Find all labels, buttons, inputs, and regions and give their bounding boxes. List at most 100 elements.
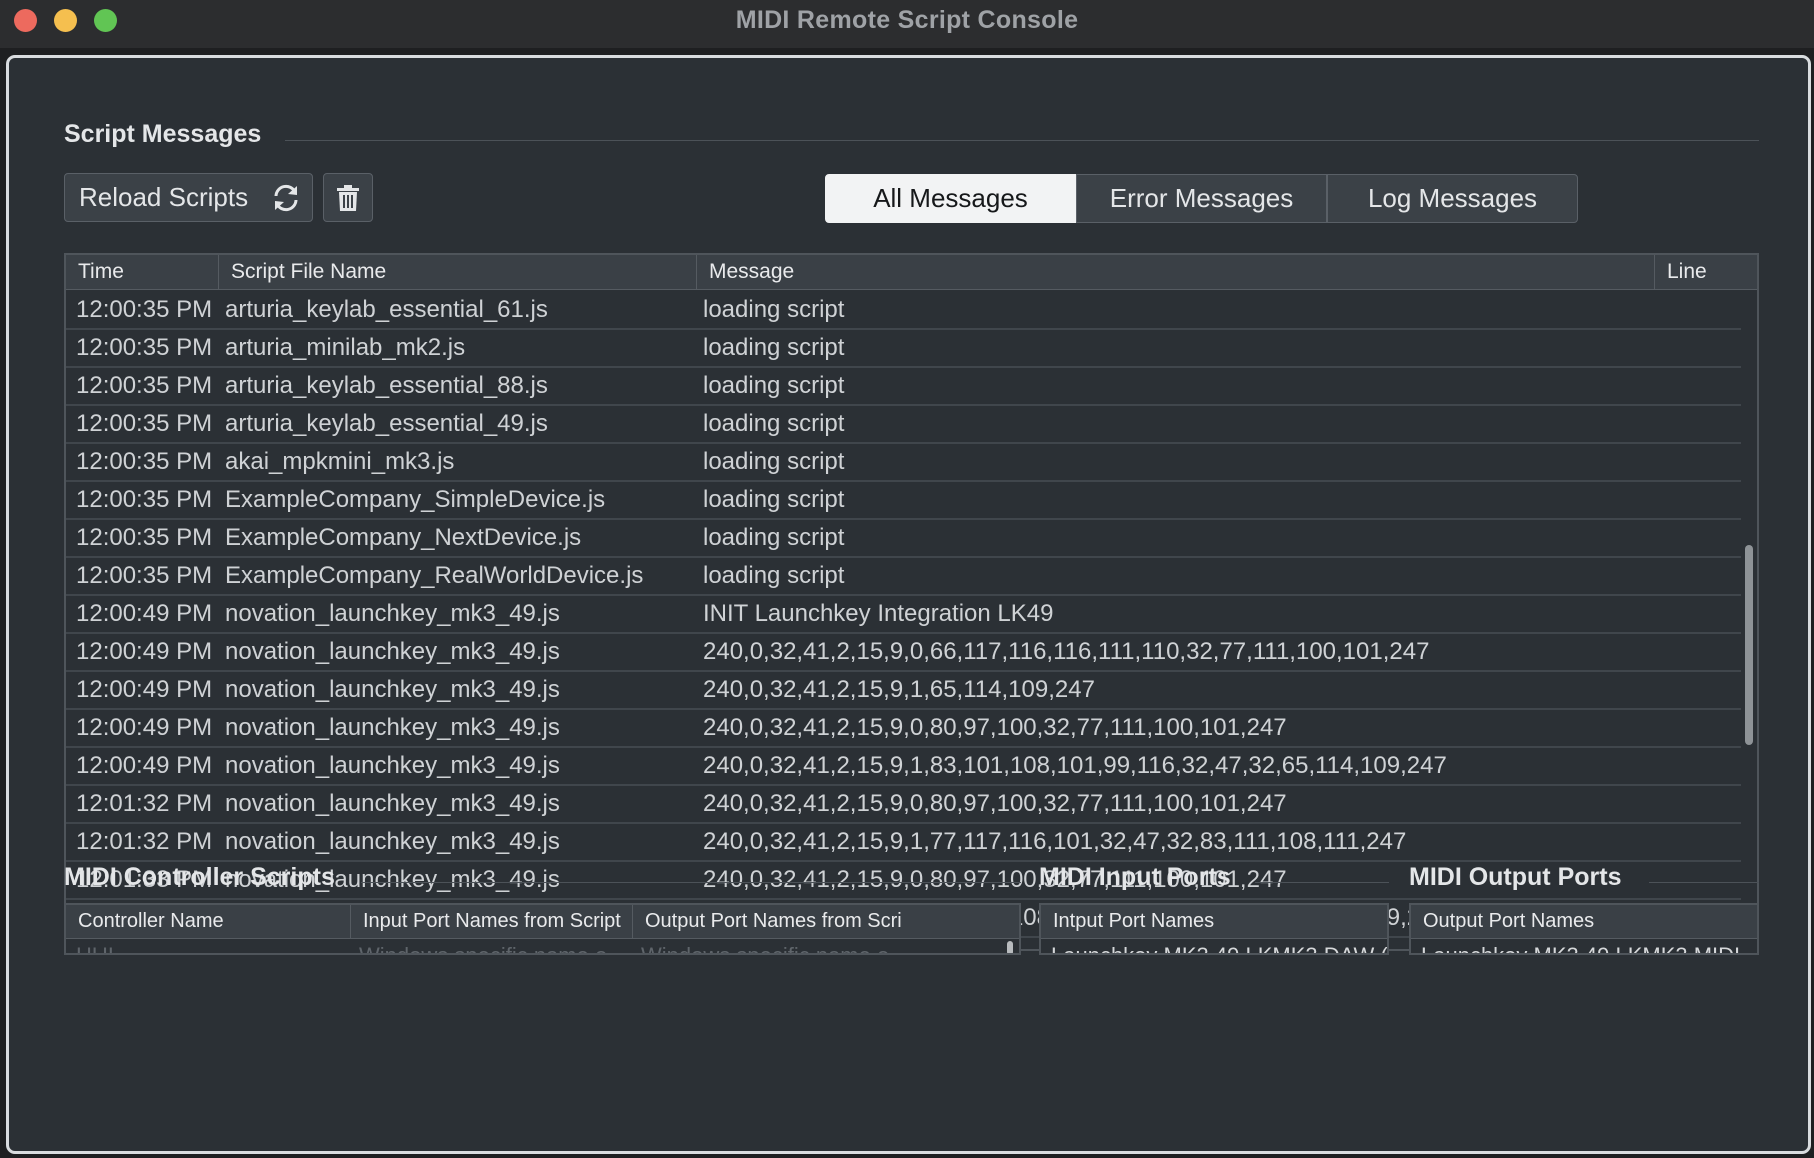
table-row[interactable]: 12:00:35 PM arturia_minilab_mk2.js loading… bbox=[66, 330, 1741, 368]
section-divider bbox=[1649, 882, 1759, 883]
table-row[interactable]: 12:00:49 PM novation_launchkey_mk3_49.js 2… bbox=[66, 672, 1741, 710]
script-file-cell: novation_launchkey_mk3_49.js bbox=[225, 752, 560, 779]
tab-error-messages[interactable]: Error Messages bbox=[1076, 174, 1327, 223]
time-cell: 12:00:35 PM bbox=[76, 296, 213, 323]
column-header-message[interactable]: Message bbox=[697, 255, 1655, 290]
column-header-time[interactable]: Time bbox=[66, 255, 219, 290]
title-bar: MIDI Remote Script Console bbox=[0, 0, 1814, 48]
window-title: MIDI Remote Script Console bbox=[735, 6, 1079, 34]
column-header-line[interactable]: Line bbox=[1655, 255, 1757, 290]
message-cell: 240,0,32,41,2,15,9,0,80,97,100,32,77,111… bbox=[703, 790, 1287, 817]
messages-table: Time Script File Name Message Line 12:00… bbox=[64, 253, 1759, 951]
time-cell: 12:00:35 PM bbox=[76, 372, 213, 399]
controller-scripts-title: MIDI Controller Scripts bbox=[64, 863, 335, 891]
message-cell: 240,0,32,41,2,15,9,0,66,117,116,116,111,… bbox=[703, 638, 1430, 665]
input-ports-table: Intput Port Names Launchkey MK3 49 LKMK3… bbox=[1039, 903, 1389, 955]
time-cell: 12:00:35 PM bbox=[76, 486, 213, 513]
output-ports-table: Output Port Names Launchkey MK3 49 LKMK3… bbox=[1409, 903, 1759, 955]
section-divider bbox=[1255, 882, 1389, 883]
input-ports-header: Intput Port Names bbox=[1041, 905, 1387, 939]
table-row[interactable]: 12:00:35 PM arturia_keylab_essential_61.j… bbox=[66, 292, 1741, 330]
script-file-cell: novation_launchkey_mk3_49.js bbox=[225, 638, 560, 665]
script-file-cell: novation_launchkey_mk3_49.js bbox=[225, 676, 560, 703]
script-file-cell: novation_launchkey_mk3_49.js bbox=[225, 600, 560, 627]
output-port-item[interactable]: Launchkey MK3 49 LKMK3 MIDI bbox=[1421, 943, 1740, 953]
messages-table-header: Time Script File Name Message Line bbox=[66, 255, 1757, 290]
output-ports-header: Output Port Names bbox=[1411, 905, 1757, 939]
input-ports-title: MIDI Input Ports bbox=[1039, 863, 1231, 891]
tab-log-messages[interactable]: Log Messages bbox=[1327, 174, 1578, 223]
time-cell: 12:00:49 PM bbox=[76, 638, 213, 665]
time-cell: 12:00:49 PM bbox=[76, 600, 213, 627]
message-cell: INIT Launchkey Integration LK49 bbox=[703, 600, 1054, 627]
script-file-cell: arturia_keylab_essential_49.js bbox=[225, 410, 548, 437]
script-file-cell: ExampleCompany_RealWorldDevice.js bbox=[225, 562, 644, 589]
output-port-cell[interactable]: Windows specific name o bbox=[641, 943, 889, 953]
message-cell: loading script bbox=[703, 296, 845, 323]
script-file-cell: novation_launchkey_mk3_49.js bbox=[225, 828, 560, 855]
script-file-cell: arturia_keylab_essential_61.js bbox=[225, 296, 548, 323]
table-row[interactable]: 12:01:32 PM novation_launchkey_mk3_49.js 2… bbox=[66, 824, 1741, 862]
table-row[interactable]: 12:00:49 PM novation_launchkey_mk3_49.js 2… bbox=[66, 748, 1741, 786]
message-cell: loading script bbox=[703, 410, 845, 437]
time-cell: 12:00:49 PM bbox=[76, 676, 213, 703]
table-row[interactable]: 12:01:32 PM novation_launchkey_mk3_49.js 2… bbox=[66, 786, 1741, 824]
input-port-cell[interactable]: Windows specific name o bbox=[359, 943, 607, 953]
table-row[interactable]: 12:00:35 PM ExampleCompany_SimpleDevice.j… bbox=[66, 482, 1741, 520]
message-cell: loading script bbox=[703, 486, 845, 513]
tab-all-messages[interactable]: All Messages bbox=[825, 174, 1076, 223]
controller-scripts-header: Controller Name Input Port Names from Sc… bbox=[66, 905, 1019, 939]
message-cell: loading script bbox=[703, 448, 845, 475]
message-cell: 240,0,32,41,2,15,9,0,80,97,100,32,77,111… bbox=[703, 714, 1287, 741]
column-header-output-port-names[interactable]: Output Port Names bbox=[1411, 905, 1757, 939]
column-header-output-port-names[interactable]: Output Port Names from Scri bbox=[633, 905, 998, 939]
message-cell: loading script bbox=[703, 562, 845, 589]
table-row[interactable]: 12:00:49 PM novation_launchkey_mk3_49.js I… bbox=[66, 596, 1741, 634]
time-cell: 12:00:35 PM bbox=[76, 562, 213, 589]
message-cell: 240,0,32,41,2,15,9,1,65,114,109,247 bbox=[703, 676, 1095, 703]
refresh-icon bbox=[274, 184, 298, 212]
script-file-cell: novation_launchkey_mk3_49.js bbox=[225, 790, 560, 817]
table-row[interactable]: 12:00:49 PM novation_launchkey_mk3_49.js 2… bbox=[66, 710, 1741, 748]
script-file-cell: novation_launchkey_mk3_49.js bbox=[225, 714, 560, 741]
table-row[interactable]: 12:00:35 PM ExampleCompany_RealWorldDevic… bbox=[66, 558, 1741, 596]
table-row[interactable]: 12:00:49 PM novation_launchkey_mk3_49.js 2… bbox=[66, 634, 1741, 672]
time-cell: 12:01:32 PM bbox=[76, 790, 213, 817]
script-file-cell: ExampleCompany_NextDevice.js bbox=[225, 524, 582, 551]
time-cell: 12:00:35 PM bbox=[76, 334, 213, 361]
trash-icon bbox=[337, 184, 359, 211]
message-cell: loading script bbox=[703, 524, 845, 551]
controller-scripts-scrollbar[interactable] bbox=[1007, 941, 1013, 953]
controller-name-cell[interactable]: HUI bbox=[76, 943, 114, 953]
table-row[interactable]: 12:00:35 PM arturia_keylab_essential_88.j… bbox=[66, 368, 1741, 406]
console-panel: Script Messages Reload Scripts All Messa… bbox=[6, 55, 1811, 1154]
script-file-cell: arturia_minilab_mk2.js bbox=[225, 334, 466, 361]
table-row[interactable]: 12:00:35 PM arturia_keylab_essential_49.j… bbox=[66, 406, 1741, 444]
time-cell: 12:00:49 PM bbox=[76, 752, 213, 779]
script-file-cell: akai_mpkmini_mk3.js bbox=[225, 448, 455, 475]
message-filter-tabs: All Messages Error Messages Log Messages bbox=[825, 174, 1578, 223]
message-cell: loading script bbox=[703, 334, 845, 361]
script-file-cell: arturia_keylab_essential_88.js bbox=[225, 372, 548, 399]
column-header-input-port-names[interactable]: Intput Port Names bbox=[1041, 905, 1387, 939]
reload-scripts-button[interactable]: Reload Scripts bbox=[64, 173, 313, 222]
table-row[interactable]: 12:00:35 PM akai_mpkmini_mk3.js loading sc… bbox=[66, 444, 1741, 482]
section-divider bbox=[361, 882, 1021, 883]
table-row[interactable]: 12:00:35 PM ExampleCompany_NextDevice.js l… bbox=[66, 520, 1741, 558]
column-header-input-port-names[interactable]: Input Port Names from Script bbox=[351, 905, 633, 939]
time-cell: 12:00:49 PM bbox=[76, 714, 213, 741]
column-header-controller-name[interactable]: Controller Name bbox=[66, 905, 351, 939]
time-cell: 12:00:35 PM bbox=[76, 524, 213, 551]
message-cell: 240,0,32,41,2,15,9,1,77,117,116,101,32,4… bbox=[703, 828, 1407, 855]
time-cell: 12:00:35 PM bbox=[76, 448, 213, 475]
message-cell: 240,0,32,41,2,15,9,1,83,101,108,101,99,1… bbox=[703, 752, 1447, 779]
script-messages-title: Script Messages bbox=[64, 120, 262, 148]
input-port-item[interactable]: Launchkey MK3 49 LKMK3 DAW ( bbox=[1051, 943, 1387, 953]
controller-scripts-table: Controller Name Input Port Names from Sc… bbox=[64, 903, 1021, 955]
section-divider bbox=[285, 140, 1759, 141]
messages-scrollbar[interactable] bbox=[1745, 545, 1753, 745]
output-ports-title: MIDI Output Ports bbox=[1409, 863, 1622, 891]
clear-messages-button[interactable] bbox=[323, 173, 373, 222]
column-header-script-file-name[interactable]: Script File Name bbox=[219, 255, 697, 290]
message-cell: loading script bbox=[703, 372, 845, 399]
